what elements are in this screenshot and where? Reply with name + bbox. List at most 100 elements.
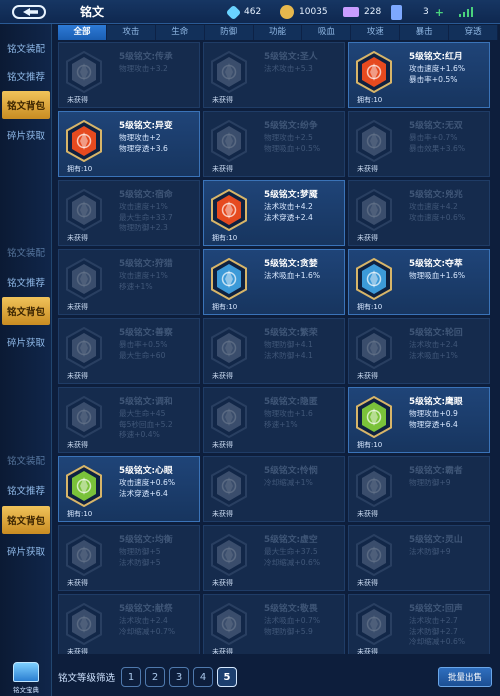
ownership-status: 未获得 xyxy=(212,165,233,173)
stat-line: 攻击速度+1% xyxy=(119,202,168,211)
sidebar-item-inscription-backpack[interactable]: 铭文背包 xyxy=(2,91,50,119)
inscription-card[interactable]: 5级铭文:献祭 法术攻击+2.4 冷却缩减+0.7% 未获得 xyxy=(58,594,200,654)
inscription-card[interactable]: 5级铭文:敬畏 法术吸血+0.7% 物理防御+5.9 未获得 xyxy=(203,594,345,654)
inscription-card[interactable]: 5级铭文:宿命 攻击速度+1% 最大生命+33.7 物理防御+2.3 未获得 xyxy=(58,180,200,246)
stat-line: 物理防御+5.9 xyxy=(264,626,313,636)
inscription-card[interactable]: 5级铭文:无双 暴击率+0.7% 暴击效果+3.6% 未获得 xyxy=(348,111,490,177)
inscription-gem-icon xyxy=(355,189,393,231)
inscription-stats: 法术攻击+2.4 法术吸血+1% xyxy=(409,340,458,361)
inscription-card[interactable]: 5级铭文:虚空 最大生命+37.5 冷却缩减+0.6% 未获得 xyxy=(203,525,345,591)
sidebar-item-inscription-assembly[interactable]: 铭文装配 xyxy=(2,34,50,62)
inscription-card[interactable]: 5级铭文:贪婪 法术吸血+1.6% 拥有:10 xyxy=(203,249,345,315)
inscription-stats: 攻击速度+0.6% 法术穿透+6.4 xyxy=(119,478,175,499)
sidebar-item-inscription-backpack[interactable]: 铭文背包 xyxy=(2,297,50,325)
inscription-guide-button[interactable]: 铭文宝典 xyxy=(5,654,47,694)
tab-function[interactable]: 功能 xyxy=(253,25,303,40)
inscription-card[interactable]: 5级铭文:善察 暴击率+0.5% 最大生命+60 未获得 xyxy=(58,318,200,384)
stat-line: 暴击率+0.5% xyxy=(119,340,168,349)
level-3-button[interactable]: 3 xyxy=(169,667,190,687)
level-5-button[interactable]: 5 xyxy=(217,667,238,687)
inscription-card[interactable]: 5级铭文:鹰眼 物理攻击+0.9 物理穿透+6.4 拥有:10 xyxy=(348,387,490,453)
bulk-sell-button[interactable]: 批量出售 xyxy=(438,667,492,687)
ownership-status: 未获得 xyxy=(67,303,88,311)
stat-line: 法术防御+9 xyxy=(409,547,451,556)
inscription-card[interactable]: 5级铭文:回声 法术攻击+2.7 法术防御+2.7 冷却缩减+0.6% 未获得 xyxy=(348,594,490,654)
inscription-stats: 物理防御+4.1 法术防御+4.1 xyxy=(264,340,313,361)
tab-health[interactable]: 生命 xyxy=(155,25,205,40)
inscription-card[interactable]: 5级铭文:调和 最大生命+45 每5秒回血+5.2 移速+0.4% 未获得 xyxy=(58,387,200,453)
stat-line: 法术防御+2.7 xyxy=(409,626,458,636)
tab-attack-speed[interactable]: 攻速 xyxy=(351,25,401,40)
level-4-button[interactable]: 4 xyxy=(193,667,214,687)
stat-line: 物理攻击+0.9 xyxy=(409,409,458,418)
back-button[interactable] xyxy=(0,0,58,24)
tab-penetration[interactable]: 穿透 xyxy=(449,25,499,40)
inscription-stats: 最大生命+37.5 冷却缩减+0.6% xyxy=(264,547,320,568)
inscription-card[interactable]: 5级铭文:隐匿 物理攻击+1.6 移速+1% 未获得 xyxy=(203,387,345,453)
sidebar-item-inscription-recommend[interactable]: 铭文推荐 xyxy=(2,476,50,504)
ownership-status: 拥有:10 xyxy=(67,165,93,173)
stat-line: 冷却缩减+1% xyxy=(264,478,313,487)
inscription-card[interactable]: 5级铭文:兇兆 攻击速度+4.2 攻击速度+0.6% 未获得 xyxy=(348,180,490,246)
inscription-card[interactable]: 5级铭文:纷争 物理攻击+2.5 物理吸血+0.5% 未获得 xyxy=(203,111,345,177)
ownership-status: 未获得 xyxy=(357,648,378,654)
inscription-gem-icon xyxy=(65,120,103,162)
sidebar-item-label: 碎片获取 xyxy=(6,547,45,558)
inscription-card[interactable]: 5级铭文:灵山 法术防御+9 未获得 xyxy=(348,525,490,591)
tab-attack[interactable]: 攻击 xyxy=(106,25,156,40)
ownership-status: 未获得 xyxy=(357,579,378,587)
stat-line: 法术穿透+2.4 xyxy=(264,212,313,222)
gem-crystal-resource: 462 xyxy=(225,3,262,21)
level-2-button[interactable]: 2 xyxy=(145,667,166,687)
add-icon[interactable]: + xyxy=(435,6,444,19)
sidebar-item-inscription-assembly[interactable]: 铭文装配 xyxy=(2,238,50,266)
sidebar-item-inscription-recommend[interactable]: 铭文推荐 xyxy=(2,62,50,90)
stat-line: 物理攻击+3.2 xyxy=(119,64,168,73)
stat-line: 冷却缩减+0.6% xyxy=(409,637,466,646)
tab-lifesteal[interactable]: 吸血 xyxy=(302,25,352,40)
inscription-card[interactable]: 5级铭文:异变 物理攻击+2 物理穿透+3.6 拥有:10 xyxy=(58,111,200,177)
ticket-counter: 3 + xyxy=(423,3,444,21)
inscription-card[interactable]: 5级铭文:传承 物理攻击+3.2 未获得 xyxy=(58,42,200,108)
sidebar-item-fragment-get[interactable]: 碎片获取 xyxy=(2,537,50,565)
tab-crit[interactable]: 暴击 xyxy=(400,25,450,40)
inscription-card[interactable]: 5级铭文:圣人 法术攻击+5.3 未获得 xyxy=(203,42,345,108)
stat-line: 攻击速度+4.2 xyxy=(409,202,458,211)
ownership-status: 未获得 xyxy=(357,234,378,242)
inscription-card[interactable]: 5级铭文:轮回 法术攻击+2.4 法术吸血+1% 未获得 xyxy=(348,318,490,384)
top-bar: 铭文 462 10035 228 3 + xyxy=(0,0,500,24)
tab-all[interactable]: 全部 xyxy=(58,25,107,40)
level-1-button[interactable]: 1 xyxy=(121,667,142,687)
inscription-card[interactable]: 5级铭文:均衡 物理防御+5 法术防御+5 未获得 xyxy=(58,525,200,591)
sidebar-item-fragment-get[interactable]: 碎片获取 xyxy=(2,328,50,356)
inscription-card[interactable]: 5级铭文:红月 攻击速度+1.6% 暴击率+0.5% 拥有:10 xyxy=(348,42,490,108)
stat-line: 移速+1% xyxy=(119,281,153,291)
sidebar-item-inscription-recommend[interactable]: 铭文推荐 xyxy=(2,268,50,296)
gem-crystal-count: 462 xyxy=(244,7,262,17)
ownership-status: 未获得 xyxy=(212,441,233,449)
sidebar-item-fragment-get[interactable]: 碎片获取 xyxy=(2,121,50,149)
inscription-card[interactable]: 5级铭文:怜悯 冷却缩减+1% 未获得 xyxy=(203,456,345,522)
inscription-card[interactable]: 5级铭文:梦魇 法术攻击+4.2 法术穿透+2.4 拥有:10 xyxy=(203,180,345,246)
inscription-name: 5级铭文:均衡 xyxy=(119,535,173,545)
inscription-card[interactable]: 5级铭文:夺萃 物理吸血+1.6% 拥有:10 xyxy=(348,249,490,315)
sidebar-item-inscription-assembly[interactable]: 铭文装配 xyxy=(2,446,50,474)
inscription-name: 5级铭文:隐匿 xyxy=(264,397,318,407)
inscription-card[interactable]: 5级铭文:心眼 攻击速度+0.6% 法术穿透+6.4 拥有:10 xyxy=(58,456,200,522)
ownership-status: 未获得 xyxy=(357,372,378,380)
ownership-status: 未获得 xyxy=(67,372,88,380)
sidebar-item-inscription-backpack[interactable]: 铭文背包 xyxy=(2,506,50,534)
stat-line: 最大生命+33.7 xyxy=(119,212,173,222)
tab-defense[interactable]: 防御 xyxy=(204,25,254,40)
stat-line: 攻击速度+0.6% xyxy=(119,478,176,487)
ownership-status: 拥有:10 xyxy=(67,510,93,518)
inscription-gem-icon xyxy=(355,327,393,369)
inscription-grid: 5级铭文:传承 物理攻击+3.2 未获得 5级铭文:圣人 法术攻击+5.3 未获得 5级铭文… xyxy=(58,42,498,654)
inscription-card[interactable]: 5级铭文:狩猎 攻击速度+1% 移速+1% 未获得 xyxy=(58,249,200,315)
stat-line: 法术攻击+2.4 xyxy=(409,340,458,349)
inscription-card[interactable]: 5级铭文:霸者 物理防御+9 未获得 xyxy=(348,456,490,522)
inscription-gem-icon xyxy=(210,534,248,576)
stat-line: 暴击效果+3.6% xyxy=(409,143,466,153)
inscription-card[interactable]: 5级铭文:繁荣 物理防御+4.1 法术防御+4.1 未获得 xyxy=(203,318,345,384)
stat-line: 物理攻击+1.6 xyxy=(264,409,313,418)
